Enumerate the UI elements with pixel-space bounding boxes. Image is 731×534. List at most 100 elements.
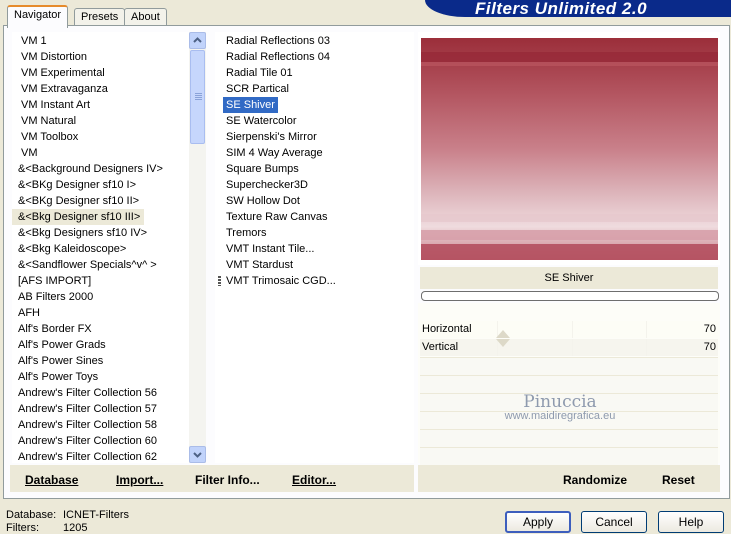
category-item[interactable]: Andrew's Filter Collection 57 [12,401,161,417]
category-item[interactable]: &<Background Designers IV> [12,161,167,177]
category-item[interactable]: &<Bkg Designer sf10 III> [12,209,145,225]
filter-item[interactable]: SIM 4 Way Average [223,145,326,161]
filter-item[interactable]: Radial Reflections 04 [223,49,333,65]
empty-control-row [420,357,718,375]
preview-stripe [421,52,718,62]
category-list[interactable]: VM 1 VM Distortion VM Experimental VM Extra… [12,32,189,463]
filter-item[interactable]: SW Hollow Dot [223,193,303,209]
category-item[interactable]: &<Bkg Kaleidoscope> [12,241,130,257]
status-database-label: Database: [6,509,57,521]
filter-item[interactable]: VMT Instant Tile... [223,241,317,257]
import-button[interactable]: Import... [116,473,163,487]
category-item[interactable]: VM Instant Art [12,97,94,113]
apply-button[interactable]: Apply [505,511,571,533]
filter-title-bar: SE Shiver [420,267,718,289]
slider-tick [646,339,647,356]
banner-title: Filters Unlimited 2.0 [475,0,648,18]
slider-tick [572,339,573,356]
reset-button[interactable]: Reset [662,473,695,487]
category-item[interactable]: &<BKg Designer sf10 I> [12,177,140,193]
filter-item[interactable]: Sierpenski's Mirror [223,129,320,145]
watermark-url: www.maidiregrafica.eu [504,410,616,422]
tab-about[interactable]: About [124,8,167,26]
category-item[interactable]: [AFS IMPORT] [12,273,95,289]
filter-item[interactable]: SCR Partical [223,81,292,97]
category-item[interactable]: &<Bkg Designers sf10 IV> [12,225,151,241]
thumb-grip [195,97,202,98]
status-database-value: ICNET-Filters [63,509,129,521]
filter-item[interactable]: Radial Reflections 03 [223,33,333,49]
category-item[interactable]: &<BKg Designer sf10 II> [12,193,143,209]
scroll-down-button[interactable] [189,446,206,463]
category-item[interactable]: Alf's Power Grads [12,337,110,353]
reset-button-label: Reset [662,473,695,487]
tab-navigator[interactable]: Navigator [7,5,69,28]
category-item[interactable]: VM Extravaganza [12,81,112,97]
slider-tick [572,321,573,338]
category-item[interactable]: &<Sandflower Specials^v^ > [12,257,161,273]
filter-item[interactable]: Tremors [223,225,270,241]
tab-presets[interactable]: Presets [74,8,126,26]
status-filters-label: Filters: [6,522,39,534]
category-item[interactable]: Alf's Border FX [12,321,96,337]
slider-vertical[interactable]: Vertical 70 [420,339,718,356]
category-item[interactable]: Andrew's Filter Collection 58 [12,417,161,433]
apply-button-label: Apply [522,515,554,529]
filter-item[interactable]: Radial Tile 01 [223,65,296,81]
thumb-grip [195,99,202,100]
category-item[interactable]: VM [12,145,42,161]
preview-stripe [421,62,718,66]
category-item[interactable]: VM 1 [12,33,51,49]
database-button[interactable]: Database [25,473,78,487]
category-item[interactable]: VM Distortion [12,49,91,65]
category-item[interactable]: VM Natural [12,113,80,129]
filter-item[interactable]: SE Shiver [223,97,278,113]
cancel-button-label: Cancel [595,515,633,529]
category-list-items: VM 1 VM Distortion VM Experimental VM Extra… [12,32,189,463]
randomize-button-label: Randomize [563,473,628,487]
watermark: Pinuccia www.maidiregrafica.eu [490,392,630,422]
drag-handle-icon [218,276,221,286]
filter-title: SE Shiver [544,272,594,284]
category-item[interactable]: VM Toolbox [12,129,82,145]
category-item[interactable]: AFH [12,305,44,321]
filter-item[interactable]: Superchecker3D [223,177,311,193]
progress-bar [421,291,719,301]
editor-button-label: Editor... [292,473,337,487]
category-scrollbar[interactable] [189,32,206,463]
filter-info-button-label: Filter Info... [195,473,260,487]
help-button-label: Help [678,515,704,529]
category-item[interactable]: Alf's Power Sines [12,353,107,369]
category-item[interactable]: Andrew's Filter Collection 60 [12,433,161,449]
empty-control-row [420,447,718,465]
empty-control-row [420,429,718,447]
category-item[interactable]: Andrew's Filter Collection 56 [12,385,161,401]
slider-label: Vertical [422,341,459,353]
scroll-thumb[interactable] [190,50,205,144]
empty-control-row [420,375,718,393]
category-item[interactable]: Andrew's Filter Collection 62 [12,449,161,463]
database-button-label: Database [25,473,79,487]
category-item[interactable]: AB Filters 2000 [12,289,97,305]
filter-item[interactable]: Texture Raw Canvas [223,209,331,225]
filter-item[interactable]: SE Watercolor [223,113,300,129]
filter-item[interactable]: VMT Trimosaic CGD... [223,273,339,289]
editor-button[interactable]: Editor... [292,473,336,487]
preview-stripe [421,214,718,222]
category-item[interactable]: Alf's Power Toys [12,369,102,385]
chevron-up-icon [193,37,202,43]
cancel-button[interactable]: Cancel [581,511,647,533]
category-item[interactable]: VM Experimental [12,65,109,81]
filter-list[interactable]: Radial Reflections 03 Radial Reflections … [215,32,414,463]
filter-item[interactable]: Square Bumps [223,161,302,177]
randomize-button[interactable]: Randomize [563,473,627,487]
filter-item[interactable]: VMT Stardust [223,257,296,273]
help-button[interactable]: Help [658,511,724,533]
app-banner: Filters Unlimited 2.0 [425,0,731,17]
filter-info-button[interactable]: Filter Info... [195,473,260,487]
slider-horizontal[interactable]: Horizontal 70 [420,321,718,338]
slider-thumb-icon[interactable] [496,339,510,347]
scroll-up-button[interactable] [189,32,206,49]
slider-thumb-icon[interactable] [496,330,510,338]
chevron-down-icon [193,452,202,458]
